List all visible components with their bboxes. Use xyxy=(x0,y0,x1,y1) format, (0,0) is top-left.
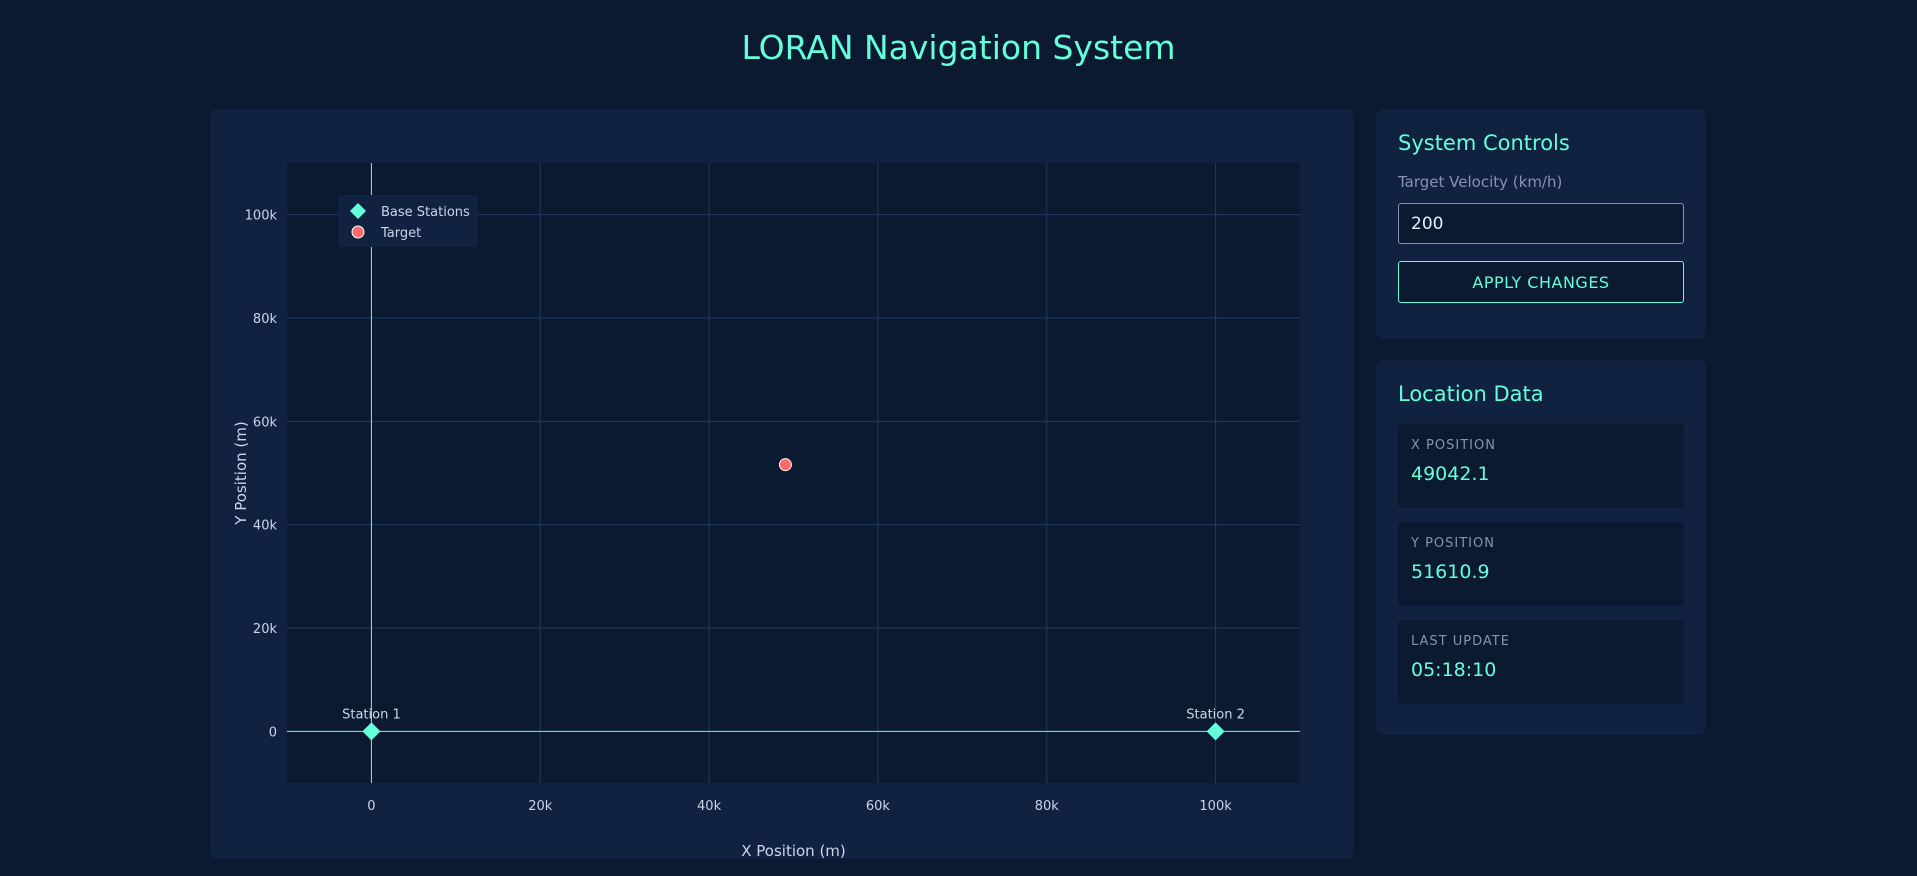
x-axis-title: X Position (m) xyxy=(741,842,846,859)
legend-label: Target xyxy=(380,226,421,241)
x-position-label: X POSITION xyxy=(1411,438,1496,453)
station-label: Station 2 xyxy=(1186,707,1245,722)
y-position-label: Y POSITION xyxy=(1411,536,1495,551)
y-position-value: 51610.9 xyxy=(1411,561,1490,583)
position-chart[interactable]: 0 20k 40k 60k 80k 100k 0 20k 40k 60k 80k 100k X Posi… xyxy=(210,109,1354,859)
last-update-box: LAST UPDATE 05:18:10 xyxy=(1398,620,1684,704)
velocity-input[interactable] xyxy=(1398,203,1684,244)
legend-circle-icon xyxy=(351,225,365,239)
y-axis-title: Y Position (m) xyxy=(232,421,250,525)
x-position-box: X POSITION 49042.1 xyxy=(1398,424,1684,508)
system-controls-title: System Controls xyxy=(1398,131,1570,155)
location-data-title: Location Data xyxy=(1398,382,1544,406)
last-update-value: 05:18:10 xyxy=(1411,659,1497,681)
x-tick-label: 80k xyxy=(1035,799,1060,814)
station-label: Station 1 xyxy=(342,707,401,722)
y-tick-label: 0 xyxy=(269,725,277,740)
plot-panel: 0 20k 40k 60k 80k 100k 0 20k 40k 60k 80k 100k X Posi… xyxy=(210,109,1354,859)
velocity-label: Target Velocity (km/h) xyxy=(1398,173,1563,191)
y-tick-label: 80k xyxy=(253,312,278,327)
last-update-label: LAST UPDATE xyxy=(1411,634,1510,649)
page-title: LORAN Navigation System xyxy=(741,28,1176,67)
plot-area xyxy=(287,163,1300,783)
target-marker xyxy=(778,458,792,472)
y-tick-label: 100k xyxy=(245,209,278,224)
y-position-box: Y POSITION 51610.9 xyxy=(1398,522,1684,606)
x-tick-label: 0 xyxy=(367,799,375,814)
x-tick-label: 20k xyxy=(528,799,553,814)
x-position-value: 49042.1 xyxy=(1411,463,1490,485)
y-tick-label: 40k xyxy=(253,519,278,534)
x-tick-label: 100k xyxy=(1199,799,1232,814)
location-data-card: Location Data X POSITION 49042.1 Y POSIT… xyxy=(1376,360,1706,735)
y-tick-label: 20k xyxy=(253,622,278,637)
legend-label: Base Stations xyxy=(381,205,470,220)
y-tick-label: 60k xyxy=(253,415,278,430)
system-controls-card: System Controls Target Velocity (km/h) A… xyxy=(1376,109,1706,339)
x-tick-label: 40k xyxy=(697,799,722,814)
apply-changes-button[interactable]: APPLY CHANGES xyxy=(1398,261,1684,303)
x-tick-label: 60k xyxy=(866,799,891,814)
